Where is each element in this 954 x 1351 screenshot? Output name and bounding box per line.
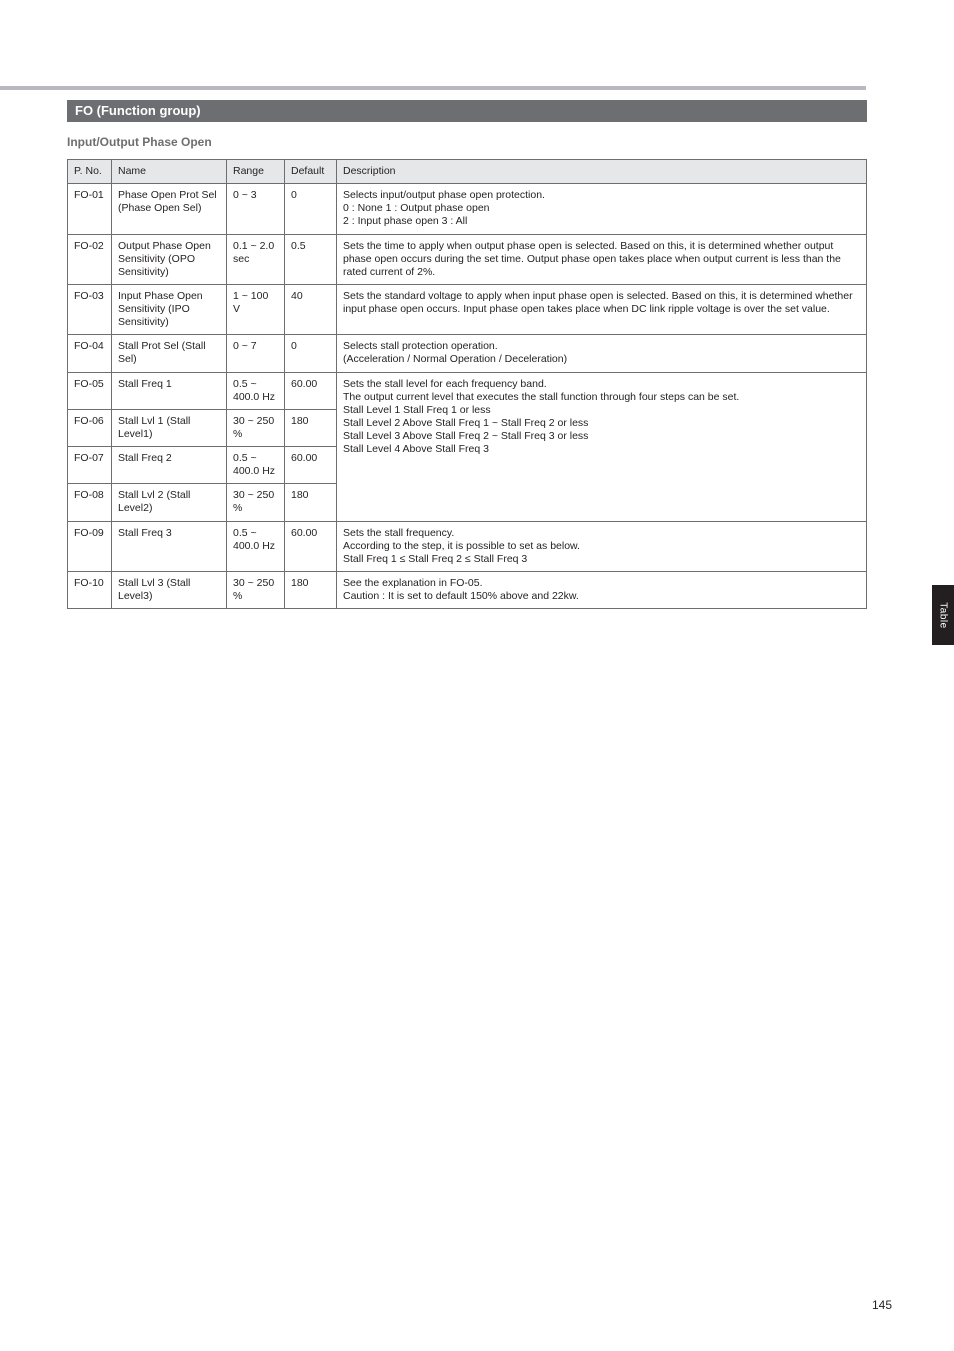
cell-range: 0 ~ 7 bbox=[227, 335, 285, 372]
cell-range: 0.1 ~ 2.0 sec bbox=[227, 234, 285, 284]
cell-name: Stall Lvl 3 (Stall Level3) bbox=[112, 571, 227, 608]
header-def: Default bbox=[285, 160, 337, 184]
cell-def: 40 bbox=[285, 284, 337, 334]
cell-def: 180 bbox=[285, 571, 337, 608]
header-rule bbox=[0, 86, 866, 90]
cell-desc: See the explanation in FO-05. Caution : … bbox=[337, 571, 867, 608]
cell-pno: FO-08 bbox=[68, 484, 112, 521]
cell-desc: Selects input/output phase open protecti… bbox=[337, 184, 867, 234]
cell-name: Stall Freq 1 bbox=[112, 372, 227, 409]
header-range: Range bbox=[227, 160, 285, 184]
cell-pno: FO-01 bbox=[68, 184, 112, 234]
cell-range: 30 ~ 250 % bbox=[227, 571, 285, 608]
header-desc: Description bbox=[337, 160, 867, 184]
page-subtitle: Input/Output Phase Open bbox=[67, 135, 212, 149]
cell-desc: Sets the time to apply when output phase… bbox=[337, 234, 867, 284]
page-number: 145 bbox=[872, 1298, 892, 1312]
table-row: FO-02Output Phase Open Sensitivity (OPO … bbox=[68, 234, 867, 284]
cell-pno: FO-07 bbox=[68, 447, 112, 484]
cell-def: 0 bbox=[285, 184, 337, 234]
cell-desc-merged: Sets the stall level for each frequency … bbox=[337, 372, 867, 521]
cell-name: Output Phase Open Sensitivity (OPO Sensi… bbox=[112, 234, 227, 284]
cell-desc: Sets the standard voltage to apply when … bbox=[337, 284, 867, 334]
table-row: FO-04Stall Prot Sel (Stall Sel)0 ~ 70Sel… bbox=[68, 335, 867, 372]
cell-range: 1 ~ 100 V bbox=[227, 284, 285, 334]
cell-pno: FO-04 bbox=[68, 335, 112, 372]
table-row: FO-09Stall Freq 30.5 ~ 400.0 Hz60.00Sets… bbox=[68, 521, 867, 571]
cell-def: 60.00 bbox=[285, 447, 337, 484]
cell-name: Stall Lvl 1 (Stall Level1) bbox=[112, 409, 227, 446]
cell-range: 0.5 ~ 400.0 Hz bbox=[227, 372, 285, 409]
cell-desc: Sets the stall frequency. According to t… bbox=[337, 521, 867, 571]
side-tab-label: Table bbox=[938, 602, 949, 628]
section-title-text: FO (Function group) bbox=[75, 103, 201, 118]
parameter-table: P. No. Name Range Default Description FO… bbox=[67, 159, 867, 609]
cell-def: 180 bbox=[285, 484, 337, 521]
header-pno: P. No. bbox=[68, 160, 112, 184]
cell-def: 180 bbox=[285, 409, 337, 446]
cell-def: 0.5 bbox=[285, 234, 337, 284]
cell-pno: FO-09 bbox=[68, 521, 112, 571]
table-body: FO-01Phase Open Prot Sel (Phase Open Sel… bbox=[68, 184, 867, 609]
cell-name: Stall Lvl 2 (Stall Level2) bbox=[112, 484, 227, 521]
cell-pno: FO-05 bbox=[68, 372, 112, 409]
cell-range: 0 ~ 3 bbox=[227, 184, 285, 234]
table-row: FO-03Input Phase Open Sensitivity (IPO S… bbox=[68, 284, 867, 334]
cell-def: 60.00 bbox=[285, 372, 337, 409]
cell-name: Phase Open Prot Sel (Phase Open Sel) bbox=[112, 184, 227, 234]
cell-pno: FO-02 bbox=[68, 234, 112, 284]
table-row: FO-10Stall Lvl 3 (Stall Level3)30 ~ 250 … bbox=[68, 571, 867, 608]
section-title-bar: FO (Function group) bbox=[67, 100, 867, 122]
table-header-row: P. No. Name Range Default Description bbox=[68, 160, 867, 184]
cell-range: 0.5 ~ 400.0 Hz bbox=[227, 521, 285, 571]
cell-name: Stall Prot Sel (Stall Sel) bbox=[112, 335, 227, 372]
cell-pno: FO-06 bbox=[68, 409, 112, 446]
cell-name: Stall Freq 2 bbox=[112, 447, 227, 484]
table-row: FO-01Phase Open Prot Sel (Phase Open Sel… bbox=[68, 184, 867, 234]
cell-pno: FO-03 bbox=[68, 284, 112, 334]
side-tab: Table bbox=[932, 585, 954, 645]
cell-def: 60.00 bbox=[285, 521, 337, 571]
cell-pno: FO-10 bbox=[68, 571, 112, 608]
cell-name: Input Phase Open Sensitivity (IPO Sensit… bbox=[112, 284, 227, 334]
cell-range: 30 ~ 250 % bbox=[227, 484, 285, 521]
cell-range: 0.5 ~ 400.0 Hz bbox=[227, 447, 285, 484]
cell-desc: Selects stall protection operation. (Acc… bbox=[337, 335, 867, 372]
cell-name: Stall Freq 3 bbox=[112, 521, 227, 571]
cell-def: 0 bbox=[285, 335, 337, 372]
table-row: FO-05Stall Freq 10.5 ~ 400.0 Hz60.00Sets… bbox=[68, 372, 867, 409]
header-name: Name bbox=[112, 160, 227, 184]
cell-range: 30 ~ 250 % bbox=[227, 409, 285, 446]
